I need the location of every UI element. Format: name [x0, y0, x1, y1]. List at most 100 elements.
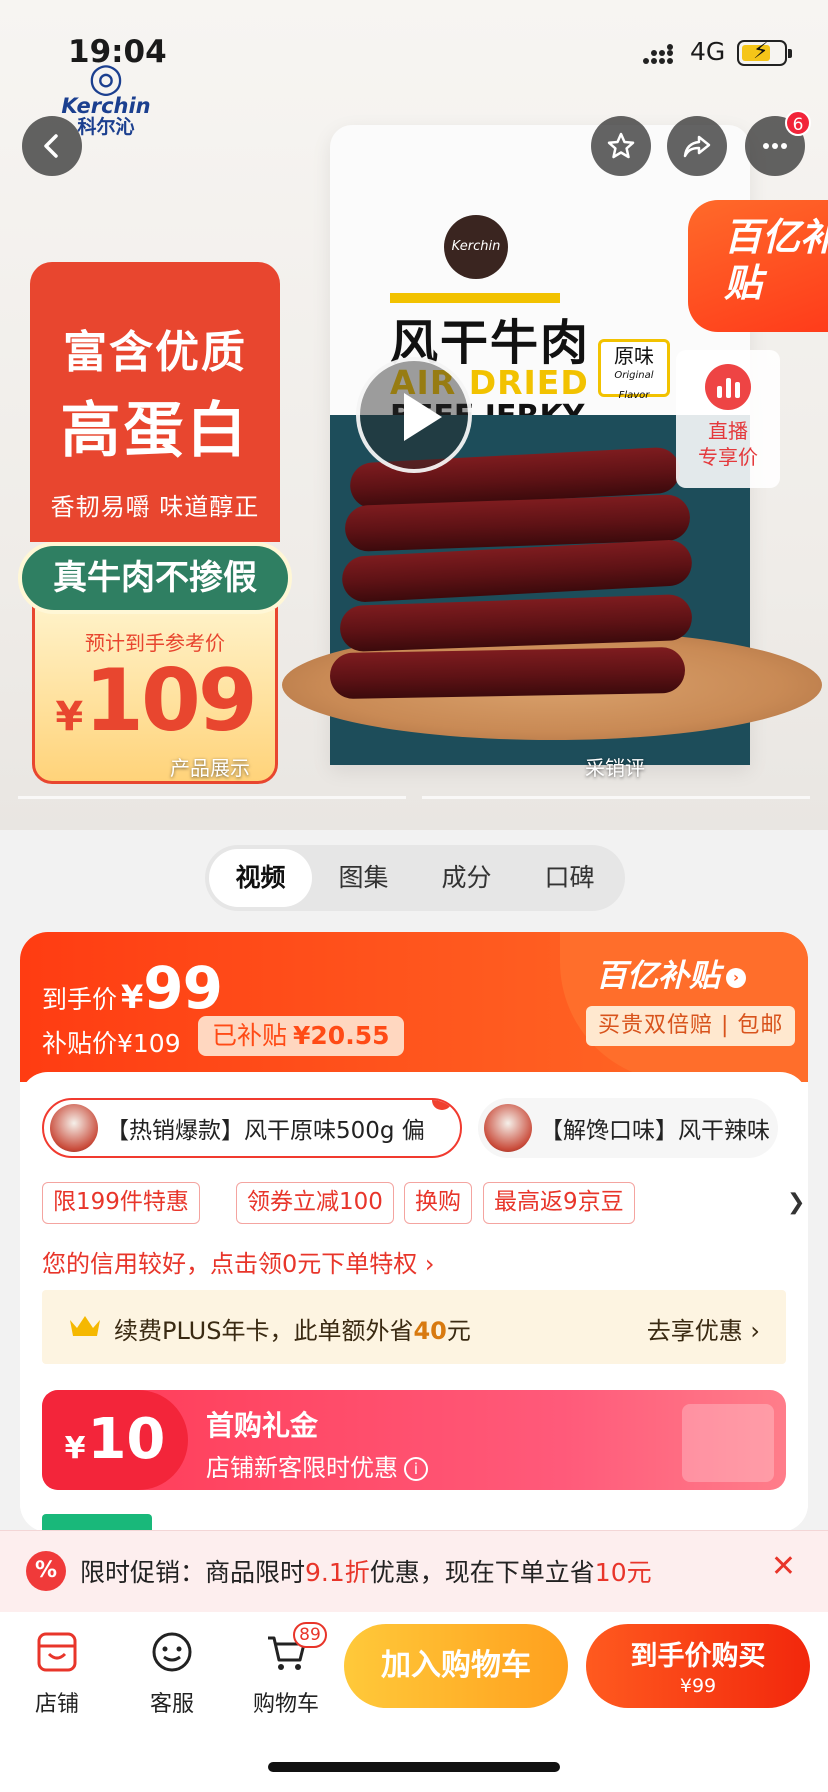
more-dots-icon [763, 143, 787, 149]
store-label: 店铺 [34, 1692, 79, 1717]
share-icon [683, 135, 711, 158]
service-label: 客服 [149, 1692, 194, 1717]
cart-button[interactable]: 89 购物车 [241, 1622, 331, 1718]
media-tabs: 视频 图集 成分 口碑 [205, 845, 625, 911]
offer-tag: 换购 [404, 1182, 472, 1224]
variant-option[interactable]: 【热销爆款】风干原味500g 偏 [42, 1098, 462, 1158]
credit-privilege-link[interactable]: 您的信用较好，点击领0元下单特权 › [42, 1244, 435, 1279]
notice-save: 10元 [594, 1558, 652, 1587]
close-icon[interactable]: ✕ [771, 1549, 796, 1584]
home-indicator[interactable] [268, 1762, 560, 1772]
add-to-cart-button[interactable]: 加入购物车 [344, 1624, 568, 1708]
brand-en: Kerchin [61, 94, 151, 118]
final-price-label: 到手价 [42, 985, 118, 1014]
product-detail-page: Kerchin 风干牛肉 AIR DRIED BEEF JERKY 原味 Ori… [0, 0, 828, 1792]
tab-gallery[interactable]: 图集 [312, 849, 415, 907]
first-purchase-gift[interactable]: ¥10 首购礼金 店铺新客限时优惠 i [42, 1390, 786, 1490]
battery-icon: ⚡ [737, 39, 792, 66]
cart-count-badge: 89 [293, 1622, 327, 1648]
gift-currency: ¥ [64, 1431, 86, 1466]
variant-thumbnail [50, 1104, 98, 1152]
buy-now-button[interactable]: 到手价购买 ¥99 [586, 1624, 810, 1708]
offer-tag: 限199件特惠 [42, 1182, 200, 1224]
subsidy-tag: 百亿补贴 [688, 200, 828, 332]
package-brand-logo: Kerchin [444, 215, 508, 279]
favorite-button[interactable] [591, 116, 651, 176]
promo-currency: ¥ [55, 694, 83, 740]
final-price-value: 99 [143, 954, 223, 1022]
flavor-en: Original Flavor [614, 370, 654, 401]
package-flavor-tag: 原味 Original Flavor [598, 339, 670, 401]
offer-tag: 最高返9京豆 [483, 1182, 635, 1224]
promo-line3: 香韧易嚼 味道醇正 [50, 493, 260, 521]
store-icon [37, 1632, 77, 1672]
guarantee-tag: 买贵双倍赔 | 包邮 [586, 1006, 796, 1046]
chevron-right-icon: › [726, 967, 746, 988]
live-price-entry[interactable]: 直播 专享价 [676, 350, 780, 488]
subsidized-amount: ¥20.55 [293, 1021, 390, 1050]
package-stripe [390, 293, 560, 303]
promo-price-value: 109 [84, 651, 258, 751]
product-hero-image[interactable]: Kerchin 风干牛肉 AIR DRIED BEEF JERKY 原味 Ori… [0, 0, 828, 830]
promo-notice-bar[interactable]: % 限时促销：商品限时9.1折优惠，现在下单立省10元 ✕ [0, 1530, 828, 1612]
chevron-left-icon [44, 134, 58, 158]
network-type: 4G [690, 37, 726, 66]
gift-title: 首购礼金 [206, 1409, 319, 1442]
back-button[interactable] [22, 116, 82, 176]
live-icon [705, 364, 751, 410]
variant-label: 【解馋口味】风干辣味 [540, 1118, 770, 1144]
subsidized-label: 已补贴 [212, 1021, 288, 1050]
live-sub-label: 专享价 [698, 445, 758, 469]
chevron-right-icon[interactable]: ❯ [787, 1190, 805, 1215]
gift-subtitle: 店铺新客限时优惠 i [206, 1448, 428, 1483]
price-card-body: 【热销爆款】风干原味500g 偏 【解馋口味】风干辣味 限199件特惠 领券立减… [20, 1072, 808, 1532]
promo-top: 富含优质 高蛋白 香韧易嚼 味道醇正 [30, 262, 280, 542]
more-button[interactable]: 6 [745, 110, 811, 176]
promo-panel: 富含优质 高蛋白 香韧易嚼 味道醇正 预计到手参考价 ¥109 真牛肉不掺假 [18, 262, 292, 784]
service-button[interactable]: 客服 [127, 1630, 217, 1718]
final-price-currency: ¥ [121, 978, 144, 1016]
signal-icon [643, 44, 673, 64]
play-video-button[interactable] [356, 357, 472, 473]
variant-option[interactable]: 【解馋口味】风干辣味 [478, 1098, 778, 1158]
promo-line2: 高蛋白 [60, 396, 250, 466]
cart-label: 购物车 [252, 1692, 319, 1717]
variant-selector: 【热销爆款】风干原味500g 偏 【解馋口味】风干辣味 [42, 1098, 808, 1162]
tab-video[interactable]: 视频 [209, 849, 312, 907]
price-card: 到手价 ¥99 补贴价¥109 已补贴 ¥20.55 百亿补贴 › 买贵双倍赔 | 包… [20, 932, 808, 1532]
notice-text: 限时促销：商品限时9.1折优惠，现在下单立省10元 [80, 1553, 652, 1589]
flavor-cn: 原味 [614, 344, 654, 368]
variant-thumbnail [484, 1104, 532, 1152]
segment-product-display[interactable]: 产品展示 [170, 752, 250, 781]
promo-pill: 真牛肉不掺假 [18, 542, 292, 614]
tab-reviews[interactable]: 口碑 [518, 849, 621, 907]
store-button[interactable]: 店铺 [12, 1630, 102, 1718]
subsidy-brand-link[interactable]: 百亿补贴 › [596, 950, 746, 995]
discount-icon: % [26, 1551, 66, 1591]
share-button[interactable] [667, 116, 727, 176]
live-label: 直播 [708, 419, 748, 443]
jerky-stick [329, 646, 686, 700]
gift-subtitle-text: 店铺新客限时优惠 [206, 1454, 398, 1482]
buy-label: 到手价购买 [630, 1641, 766, 1672]
gift-box-icon [682, 1404, 774, 1482]
segment-progress [18, 796, 406, 799]
promo-price: ¥109 [35, 656, 275, 762]
plus-action: 去享优惠 › [646, 1317, 760, 1345]
crown-icon [70, 1316, 100, 1336]
plus-membership-banner[interactable]: 续费PLUS年卡，此单额外省40元 去享优惠 › [42, 1290, 786, 1364]
promo-line1: 富含优质 [63, 327, 247, 378]
subsidy-price: 补贴价¥109 [42, 1029, 181, 1058]
subsidized-amount-tag: 已补贴 ¥20.55 [198, 1016, 404, 1056]
offer-tags[interactable]: 限199件特惠 领券立减100 换购 最高返9京豆 ❯ [42, 1182, 805, 1224]
brand-mark-icon: ◎ [88, 55, 124, 101]
segment-buyer-review[interactable]: 采销评 [585, 752, 645, 781]
notice-middle: 优惠，现在下单立省 [369, 1558, 595, 1587]
buy-price: ¥99 [679, 1675, 717, 1697]
price-header: 到手价 ¥99 补贴价¥109 已补贴 ¥20.55 百亿补贴 › 买贵双倍赔 | 包… [20, 932, 808, 1082]
more-badge: 6 [785, 110, 811, 136]
plus-text: 续费PLUS年卡，此单额外省40元 [114, 1311, 471, 1346]
tab-ingredients[interactable]: 成分 [415, 849, 518, 907]
flame-icon [432, 1100, 452, 1110]
info-icon[interactable]: i [404, 1457, 428, 1481]
